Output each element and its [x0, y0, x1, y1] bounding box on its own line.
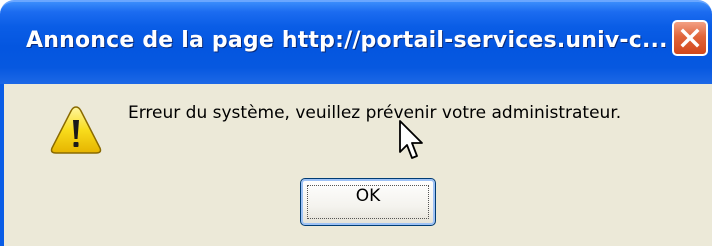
- warning-icon: [50, 106, 102, 154]
- alert-dialog: Annonce de la page http://portail-servic…: [0, 0, 712, 246]
- close-button[interactable]: [672, 20, 708, 56]
- title-bar[interactable]: Annonce de la page http://portail-servic…: [0, 0, 712, 84]
- mouse-cursor-icon: [399, 120, 423, 159]
- window-title: Annonce de la page http://portail-servic…: [26, 28, 666, 53]
- ok-button-label: OK: [355, 186, 381, 206]
- close-icon: [680, 28, 700, 48]
- ok-button[interactable]: OK: [300, 178, 436, 226]
- dialog-body: Erreur du système, veuillez prévenir vot…: [0, 84, 712, 246]
